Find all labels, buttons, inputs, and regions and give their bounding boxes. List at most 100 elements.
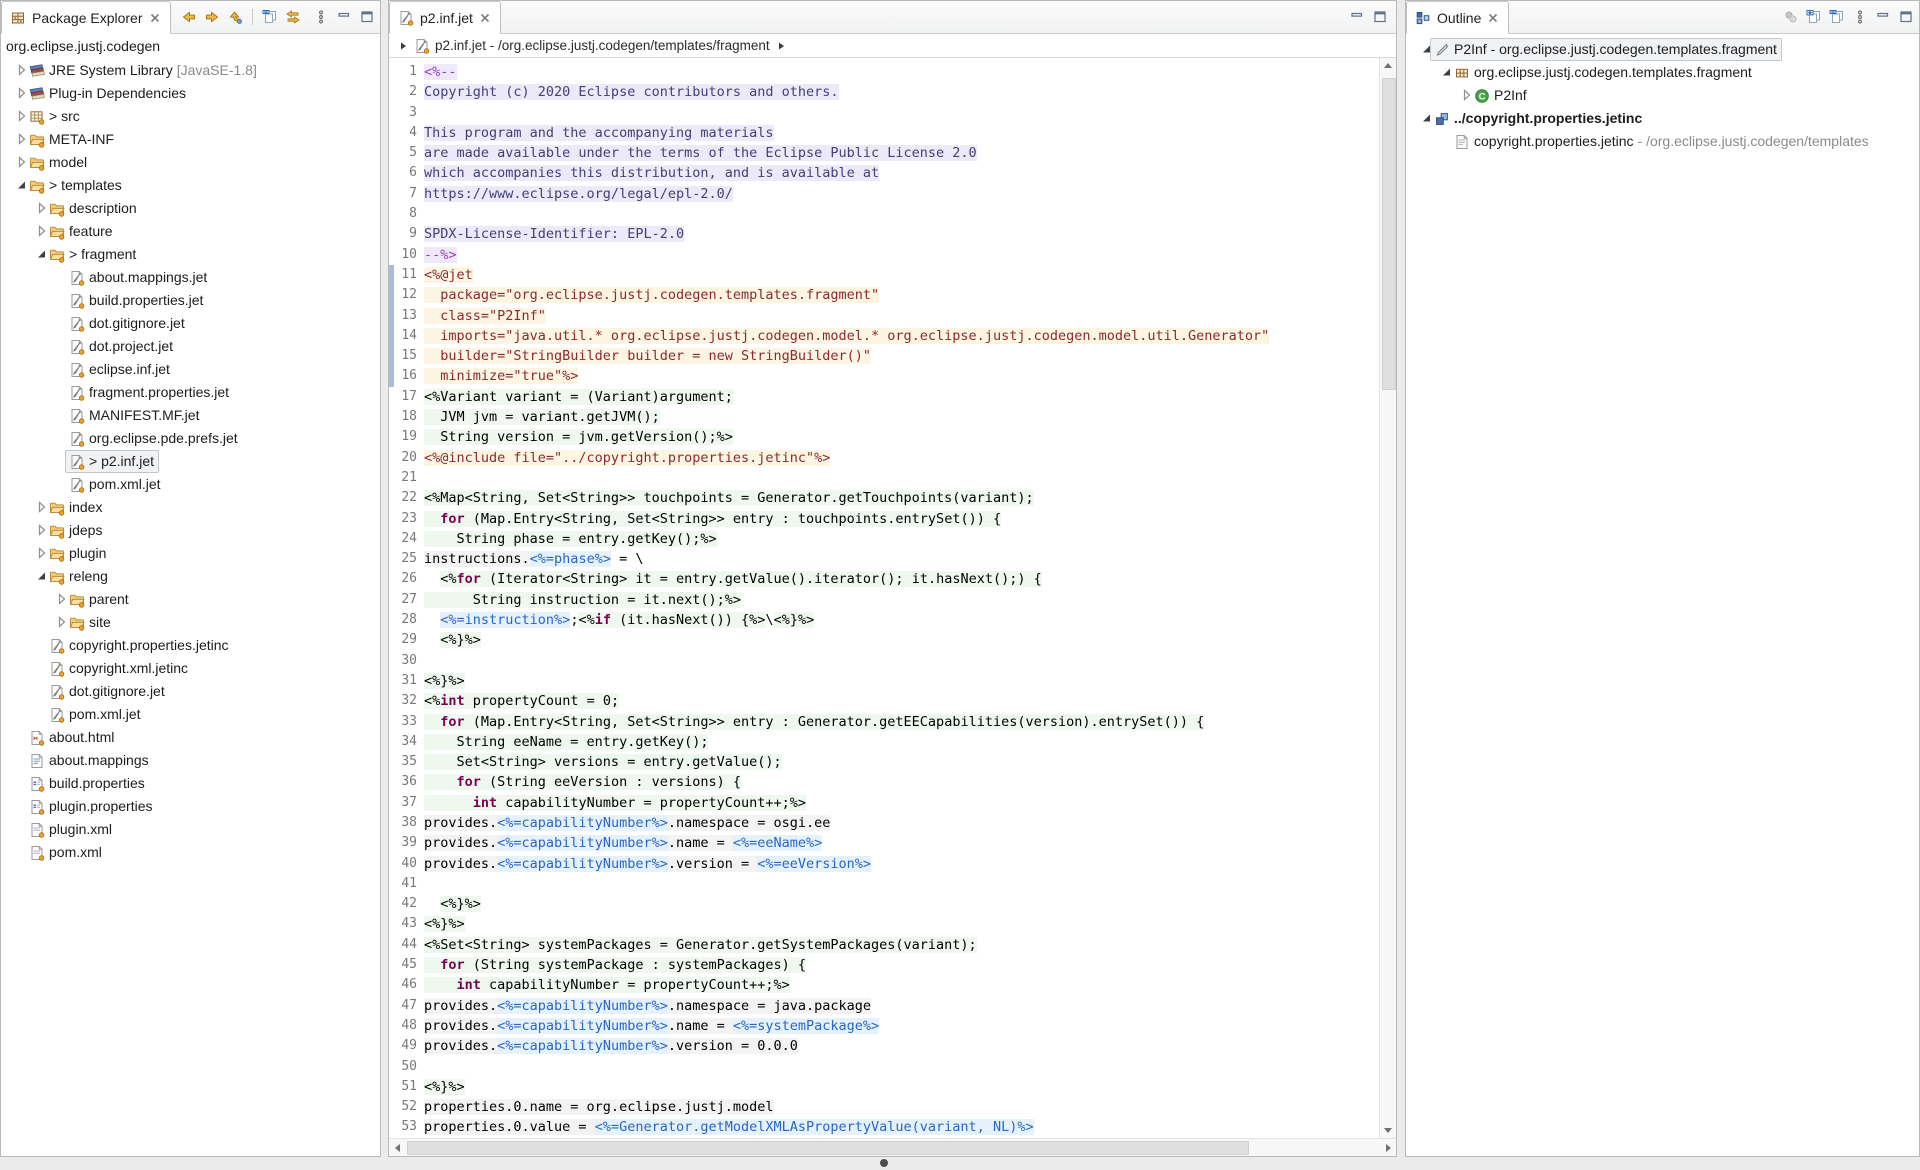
tree-item[interactable]: JRE System Library [JavaSE-1.8] [1,58,380,81]
code-line[interactable]: Set<String> versions = entry.getValue(); [424,752,1379,772]
code-line[interactable]: properties.0.value = <%=Generator.getMod… [424,1117,1379,1137]
up-button[interactable] [227,9,243,25]
code-line[interactable]: <%=instruction%>;<%if (it.hasNext()) {%>… [424,610,1379,630]
tree-item[interactable]: copyright.properties.jetinc [1,633,380,656]
code-line[interactable]: imports="java.util.* org.eclipse.justj.c… [424,326,1379,346]
tree-item[interactable]: > src [1,104,380,127]
tree-item[interactable]: org.eclipse.pde.prefs.jet [1,426,380,449]
code-line[interactable] [424,1057,1379,1077]
code-editor[interactable]: 1234567891011121314151617181920212223242… [389,58,1379,1138]
code-line[interactable]: <%}%> [424,894,1379,914]
tree-item[interactable]: plugin.xml [1,817,380,840]
tree-item[interactable]: fragment.properties.jet [1,380,380,403]
code-line[interactable] [424,103,1379,123]
code-line[interactable] [424,874,1379,894]
chevron-collapsed-icon[interactable] [14,131,29,146]
code-line[interactable]: provides.<%=capabilityNumber%>.version =… [424,854,1379,874]
close-icon[interactable] [1487,12,1499,24]
forward-button[interactable] [204,9,220,25]
code-line[interactable]: int capabilityNumber = propertyCount++;%… [424,793,1379,813]
minimize-button[interactable] [336,9,352,25]
tree-item[interactable]: org.eclipse.justj.codegen.templates.frag… [1406,60,1919,83]
minimize-button[interactable] [1349,9,1365,25]
chevron-collapsed-icon[interactable] [54,591,69,606]
chevron-collapsed-icon[interactable] [54,614,69,629]
code-line[interactable]: for (Map.Entry<String, Set<String>> entr… [424,509,1379,529]
project-root[interactable]: org.eclipse.justj.codegen [1,35,380,58]
tree-item[interactable]: dot.project.jet [1,334,380,357]
maximize-button[interactable] [1372,9,1388,25]
code-line[interactable]: <%}%> [424,671,1379,691]
code-line[interactable]: String version = jvm.getVersion();%> [424,427,1379,447]
tree-item[interactable]: about.html [1,725,380,748]
scroll-right-icon[interactable] [1382,1142,1394,1154]
code-line[interactable]: provides.<%=capabilityNumber%>.version =… [424,1036,1379,1056]
view-menu-button[interactable] [1852,9,1868,25]
code-line[interactable]: for (String systemPackage : systemPackag… [424,955,1379,975]
tree-item[interactable]: > p2.inf.jet [1,449,380,472]
code-line[interactable]: minimize="true"%> [424,366,1379,386]
tree-item[interactable]: eclipse.inf.jet [1,357,380,380]
chevron-expanded-icon[interactable] [1439,64,1454,79]
chevron-collapsed-icon[interactable] [14,85,29,100]
chevron-expanded-icon[interactable] [34,568,49,583]
close-icon[interactable] [479,12,491,24]
code-line[interactable]: <%Map<String, Set<String>> touchpoints =… [424,488,1379,508]
code-line[interactable]: This program and the accompanying materi… [424,123,1379,143]
scroll-down-icon[interactable] [1382,1124,1394,1136]
code-line[interactable]: String instruction = it.next();%> [424,590,1379,610]
tree-item[interactable]: dot.gitignore.jet [1,679,380,702]
code-content[interactable]: <%--Copyright (c) 2020 Eclipse contribut… [424,62,1379,1138]
code-line[interactable]: <%}%> [424,630,1379,650]
code-line[interactable] [424,651,1379,671]
code-line[interactable] [424,468,1379,488]
code-line[interactable]: provides.<%=capabilityNumber%>.name = <%… [424,833,1379,853]
code-line[interactable]: builder="StringBuilder builder = new Str… [424,346,1379,366]
tree-item[interactable]: copyright.xml.jetinc [1,656,380,679]
collapse-all-button[interactable] [262,9,278,25]
tree-item[interactable]: ../copyright.properties.jetinc [1406,106,1919,129]
chevron-expanded-icon[interactable] [14,177,29,192]
tree-item[interactable]: Plug-in Dependencies [1,81,380,104]
chevron-collapsed-icon[interactable] [34,200,49,215]
code-line[interactable]: <%for (Iterator<String> it = entry.getVa… [424,569,1379,589]
code-line[interactable]: <%-- [424,62,1379,82]
outline-tab[interactable]: Outline [1406,1,1509,34]
code-line[interactable]: String phase = entry.getKey();%> [424,529,1379,549]
scroll-up-icon[interactable] [1382,60,1394,72]
maximize-button[interactable] [359,9,375,25]
vertical-scrollbar[interactable] [1379,58,1396,1138]
back-button[interactable] [181,9,197,25]
vertical-scrollbar-thumb[interactable] [1382,78,1396,390]
breadcrumb[interactable]: p2.inf.jet - /org.eclipse.justj.codegen/… [389,34,1396,58]
close-icon[interactable] [149,12,161,24]
code-line[interactable]: <%Variant variant = (Variant)argument; [424,387,1379,407]
code-line[interactable]: --%> [424,245,1379,265]
code-line[interactable]: provides.<%=capabilityNumber%>.namespace… [424,813,1379,833]
code-line[interactable]: <%}%> [424,914,1379,934]
expand-all-button[interactable] [1806,9,1822,25]
tree-item[interactable]: jdeps [1,518,380,541]
chevron-collapsed-icon[interactable] [14,62,29,77]
horizontal-scrollbar-thumb[interactable] [407,1141,1249,1155]
chevron-collapsed-icon[interactable] [14,108,29,123]
code-line[interactable]: Copyright (c) 2020 Eclipse contributors … [424,82,1379,102]
tree-item[interactable]: site [1,610,380,633]
chevron-expanded-icon[interactable] [1419,110,1434,125]
tree-item[interactable]: feature [1,219,380,242]
chevron-right-icon[interactable] [775,40,787,52]
code-line[interactable]: <%@include file="../copyright.properties… [424,448,1379,468]
chevron-expanded-icon[interactable] [34,246,49,261]
tree-item[interactable]: > templates [1,173,380,196]
code-line[interactable]: package="org.eclipse.justj.codegen.templ… [424,285,1379,305]
editor-tab-p2inf[interactable]: p2.inf.jet [389,1,501,34]
code-line[interactable]: JVM jvm = variant.getJVM(); [424,407,1379,427]
chevron-expanded-icon[interactable] [1419,41,1434,56]
tree-item[interactable]: description [1,196,380,219]
code-line[interactable]: instructions.<%=phase%> = \ [424,549,1379,569]
tree-item[interactable]: > fragment [1,242,380,265]
code-line[interactable]: int capabilityNumber = propertyCount++;%… [424,975,1379,995]
bottom-sash-grip[interactable] [880,1159,888,1167]
tree-item[interactable]: pom.xml [1,840,380,863]
code-line[interactable]: properties.0.name = org.eclipse.justj.mo… [424,1097,1379,1117]
